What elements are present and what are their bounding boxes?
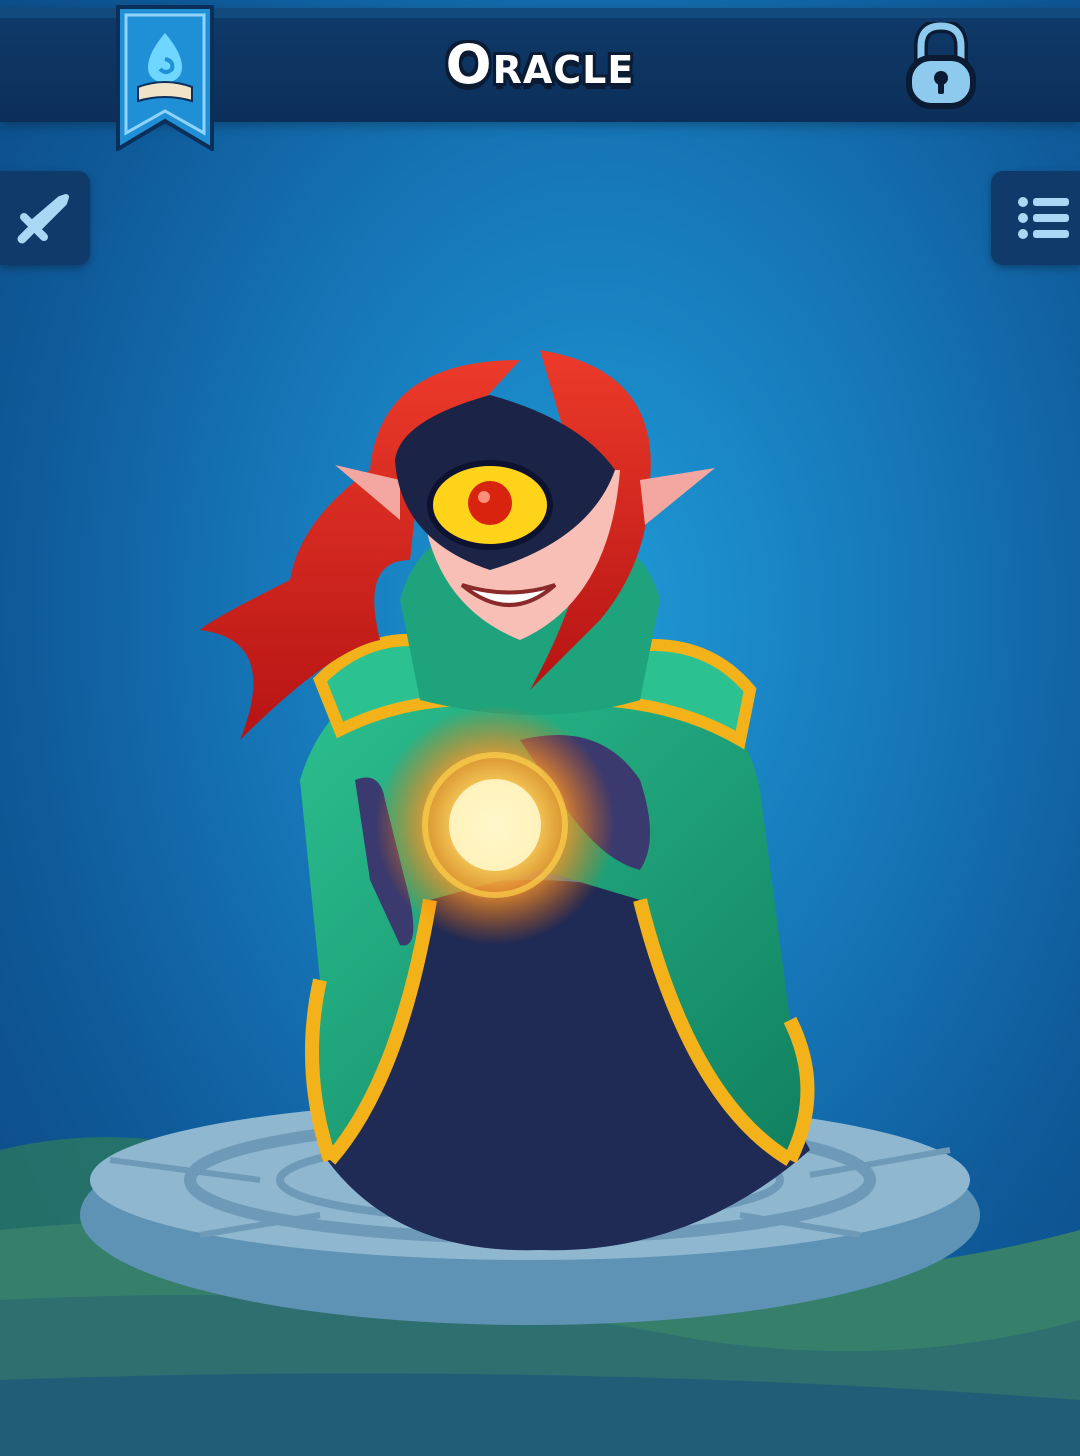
menu-list-button[interactable]	[991, 171, 1080, 265]
sword-icon	[17, 194, 69, 244]
hero-screen: Oracle	[0, 0, 1080, 1456]
padlock-icon[interactable]	[905, 22, 977, 112]
page-title: Oracle	[445, 33, 635, 96]
battle-button[interactable]	[0, 171, 90, 265]
spellbook-ribbon-icon[interactable]	[116, 5, 214, 151]
hero-scene	[0, 350, 1080, 1456]
list-icon	[1018, 197, 1069, 239]
